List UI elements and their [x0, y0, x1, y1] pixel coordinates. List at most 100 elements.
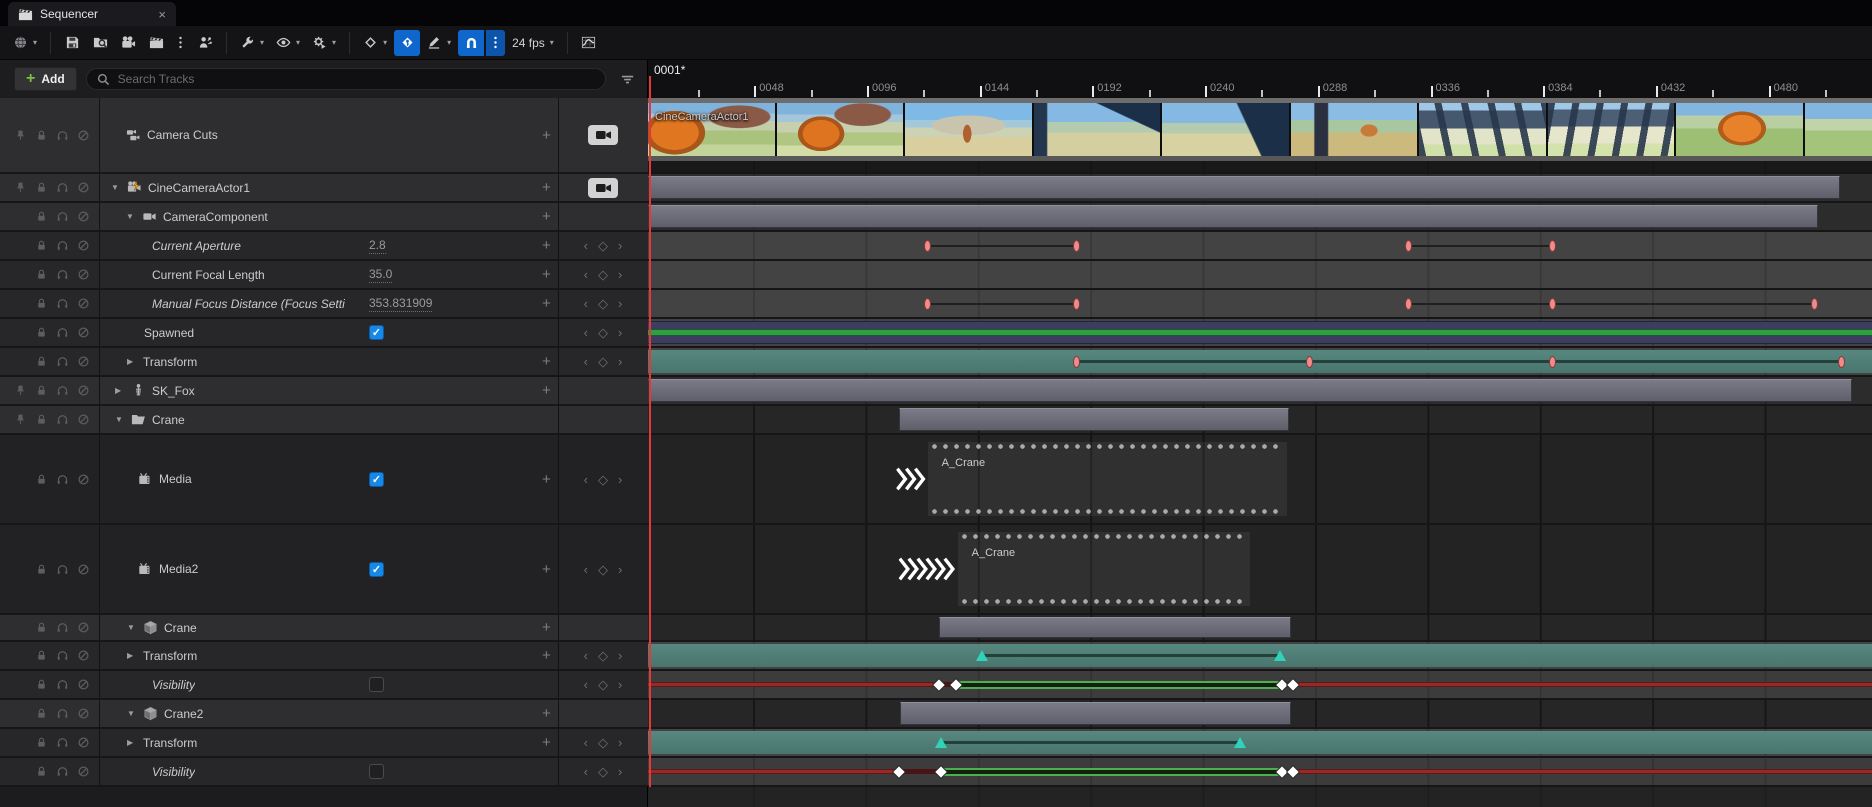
track-header-camera-cuts[interactable]: Camera Cuts +	[0, 98, 648, 172]
mute-icon[interactable]	[76, 296, 91, 311]
add-key-button[interactable]: ◇	[598, 563, 608, 576]
mute-icon[interactable]	[76, 238, 91, 253]
tab-sequencer[interactable]: Sequencer ×	[8, 2, 176, 26]
next-key-button[interactable]: ›	[618, 736, 622, 749]
track-header-media2[interactable]: Media2 ✓ + ‹ ◇ ›	[0, 525, 648, 613]
actions-button[interactable]	[192, 30, 218, 56]
next-key-button[interactable]: ›	[618, 239, 622, 252]
track-header-cinecameraactor1[interactable]: ▼ CineCameraActor1 +	[0, 174, 648, 201]
headphones-icon[interactable]	[55, 267, 70, 282]
add-key-button[interactable]: ◇	[598, 297, 608, 310]
previous-key-button[interactable]: ‹	[584, 736, 588, 749]
tab-close-icon[interactable]: ×	[158, 8, 166, 21]
pin-icon[interactable]	[13, 383, 28, 398]
sequence-browser-button[interactable]: ▾	[8, 30, 42, 56]
previous-key-button[interactable]: ‹	[584, 239, 588, 252]
keyframe[interactable]	[1837, 355, 1845, 368]
add-key-button[interactable]: ◇	[598, 678, 608, 691]
chevron-right-icon[interactable]: ▶	[127, 738, 137, 747]
camera-lock-button[interactable]	[588, 125, 618, 145]
timeline-camera-cuts[interactable]: CineCameraActor1	[648, 98, 1872, 172]
triangle-keyframe[interactable]	[934, 736, 947, 748]
checkbox[interactable]: ✓	[369, 471, 384, 487]
headphones-icon[interactable]	[55, 472, 70, 487]
track-header-spawned[interactable]: Spawned ✓ ‹ ◇ ›	[0, 319, 648, 346]
track-header-transform-cine[interactable]: ▶ Transform + ‹ ◇ ›	[0, 348, 648, 375]
timeline-cameracomponent[interactable]	[648, 203, 1872, 230]
media-section[interactable]: A_Crane	[927, 442, 1287, 516]
track-header-current-aperture[interactable]: Current Aperture 2.8 + ‹ ◇ ›	[0, 232, 648, 259]
camera-lock-button[interactable]	[588, 177, 618, 198]
track-header-transform-crane2[interactable]: ▶ Transform + ‹ ◇ ›	[0, 729, 648, 756]
next-key-button[interactable]: ›	[618, 473, 622, 486]
add-key-button[interactable]: ◇	[598, 649, 608, 662]
pin-icon[interactable]	[13, 128, 28, 143]
search-tracks-input[interactable]	[117, 72, 596, 86]
pin-icon[interactable]	[13, 180, 28, 195]
track-header-transform-crane[interactable]: ▶ Transform + ‹ ◇ ›	[0, 642, 648, 669]
timeline-crane-cube[interactable]	[648, 615, 1872, 640]
section-bar[interactable]	[939, 617, 1291, 638]
value-field[interactable]: 353.831909	[369, 296, 433, 312]
value-field[interactable]: 35.0	[369, 267, 393, 283]
timeline-visibility-crane2[interactable]	[648, 758, 1872, 785]
headphones-icon[interactable]	[55, 128, 70, 143]
timeline-transform-crane[interactable]	[648, 642, 1872, 669]
mute-icon[interactable]	[76, 735, 91, 750]
camera-cuts-section[interactable]: CineCameraActor1	[648, 98, 1872, 161]
track-header-visibility-crane2[interactable]: Visibility ‹ ◇ ›	[0, 758, 648, 785]
headphones-icon[interactable]	[55, 354, 70, 369]
headphones-icon[interactable]	[55, 412, 70, 427]
headphones-icon[interactable]	[55, 383, 70, 398]
render-options-button[interactable]	[171, 30, 190, 56]
headphones-icon[interactable]	[55, 238, 70, 253]
lock-icon[interactable]	[34, 472, 49, 487]
chevron-down-icon[interactable]: ▼	[127, 623, 137, 632]
checkbox[interactable]: ✓	[369, 325, 384, 340]
chevron-down-icon[interactable]: ▼	[111, 183, 121, 192]
keyframe[interactable]	[1549, 355, 1557, 368]
mute-icon[interactable]	[76, 764, 91, 779]
track-header-visibility-crane[interactable]: Visibility ‹ ◇ ›	[0, 671, 648, 698]
add-section-button[interactable]: +	[542, 127, 551, 144]
checkbox[interactable]	[369, 764, 384, 779]
headphones-icon[interactable]	[55, 325, 70, 340]
mute-icon[interactable]	[76, 354, 91, 369]
diamond-keyframe[interactable]	[933, 678, 945, 691]
headphones-icon[interactable]	[55, 735, 70, 750]
keyframe[interactable]	[1549, 239, 1557, 252]
next-key-button[interactable]: ›	[618, 297, 622, 310]
lock-icon[interactable]	[34, 267, 49, 282]
keyframe[interactable]	[1549, 297, 1557, 310]
lock-icon[interactable]	[34, 354, 49, 369]
mute-icon[interactable]	[76, 383, 91, 398]
headphones-icon[interactable]	[55, 209, 70, 224]
chevron-down-icon[interactable]: ▼	[127, 709, 137, 718]
chevron-right-icon[interactable]: ▶	[127, 357, 137, 366]
search-tracks-box[interactable]	[85, 68, 606, 90]
timeline-current-focal-length[interactable]	[648, 261, 1872, 288]
save-button[interactable]	[59, 30, 85, 56]
keyframe[interactable]	[1810, 297, 1818, 310]
keyframe[interactable]	[1073, 239, 1080, 252]
browse-sequence-button[interactable]	[87, 30, 113, 56]
timeline-crane2[interactable]	[648, 700, 1872, 727]
checkbox[interactable]: ✓	[369, 561, 384, 577]
section-bar[interactable]	[648, 176, 1841, 199]
mute-icon[interactable]	[76, 677, 91, 692]
lock-icon[interactable]	[34, 412, 49, 427]
track-header-crane2[interactable]: ▼ Crane2 +	[0, 700, 648, 727]
previous-key-button[interactable]: ‹	[584, 355, 588, 368]
lock-icon[interactable]	[34, 648, 49, 663]
add-section-button[interactable]: +	[542, 705, 551, 722]
mute-icon[interactable]	[76, 267, 91, 282]
lock-icon[interactable]	[34, 325, 49, 340]
next-key-button[interactable]: ›	[618, 563, 622, 576]
add-section-button[interactable]: +	[542, 179, 551, 196]
pin-icon[interactable]	[13, 412, 28, 427]
create-camera-button[interactable]	[115, 30, 141, 56]
snap-button[interactable]	[458, 29, 485, 56]
timeline-sk-fox[interactable]	[648, 377, 1872, 404]
triangle-keyframe[interactable]	[1273, 649, 1286, 661]
keyframe[interactable]	[1073, 297, 1080, 310]
